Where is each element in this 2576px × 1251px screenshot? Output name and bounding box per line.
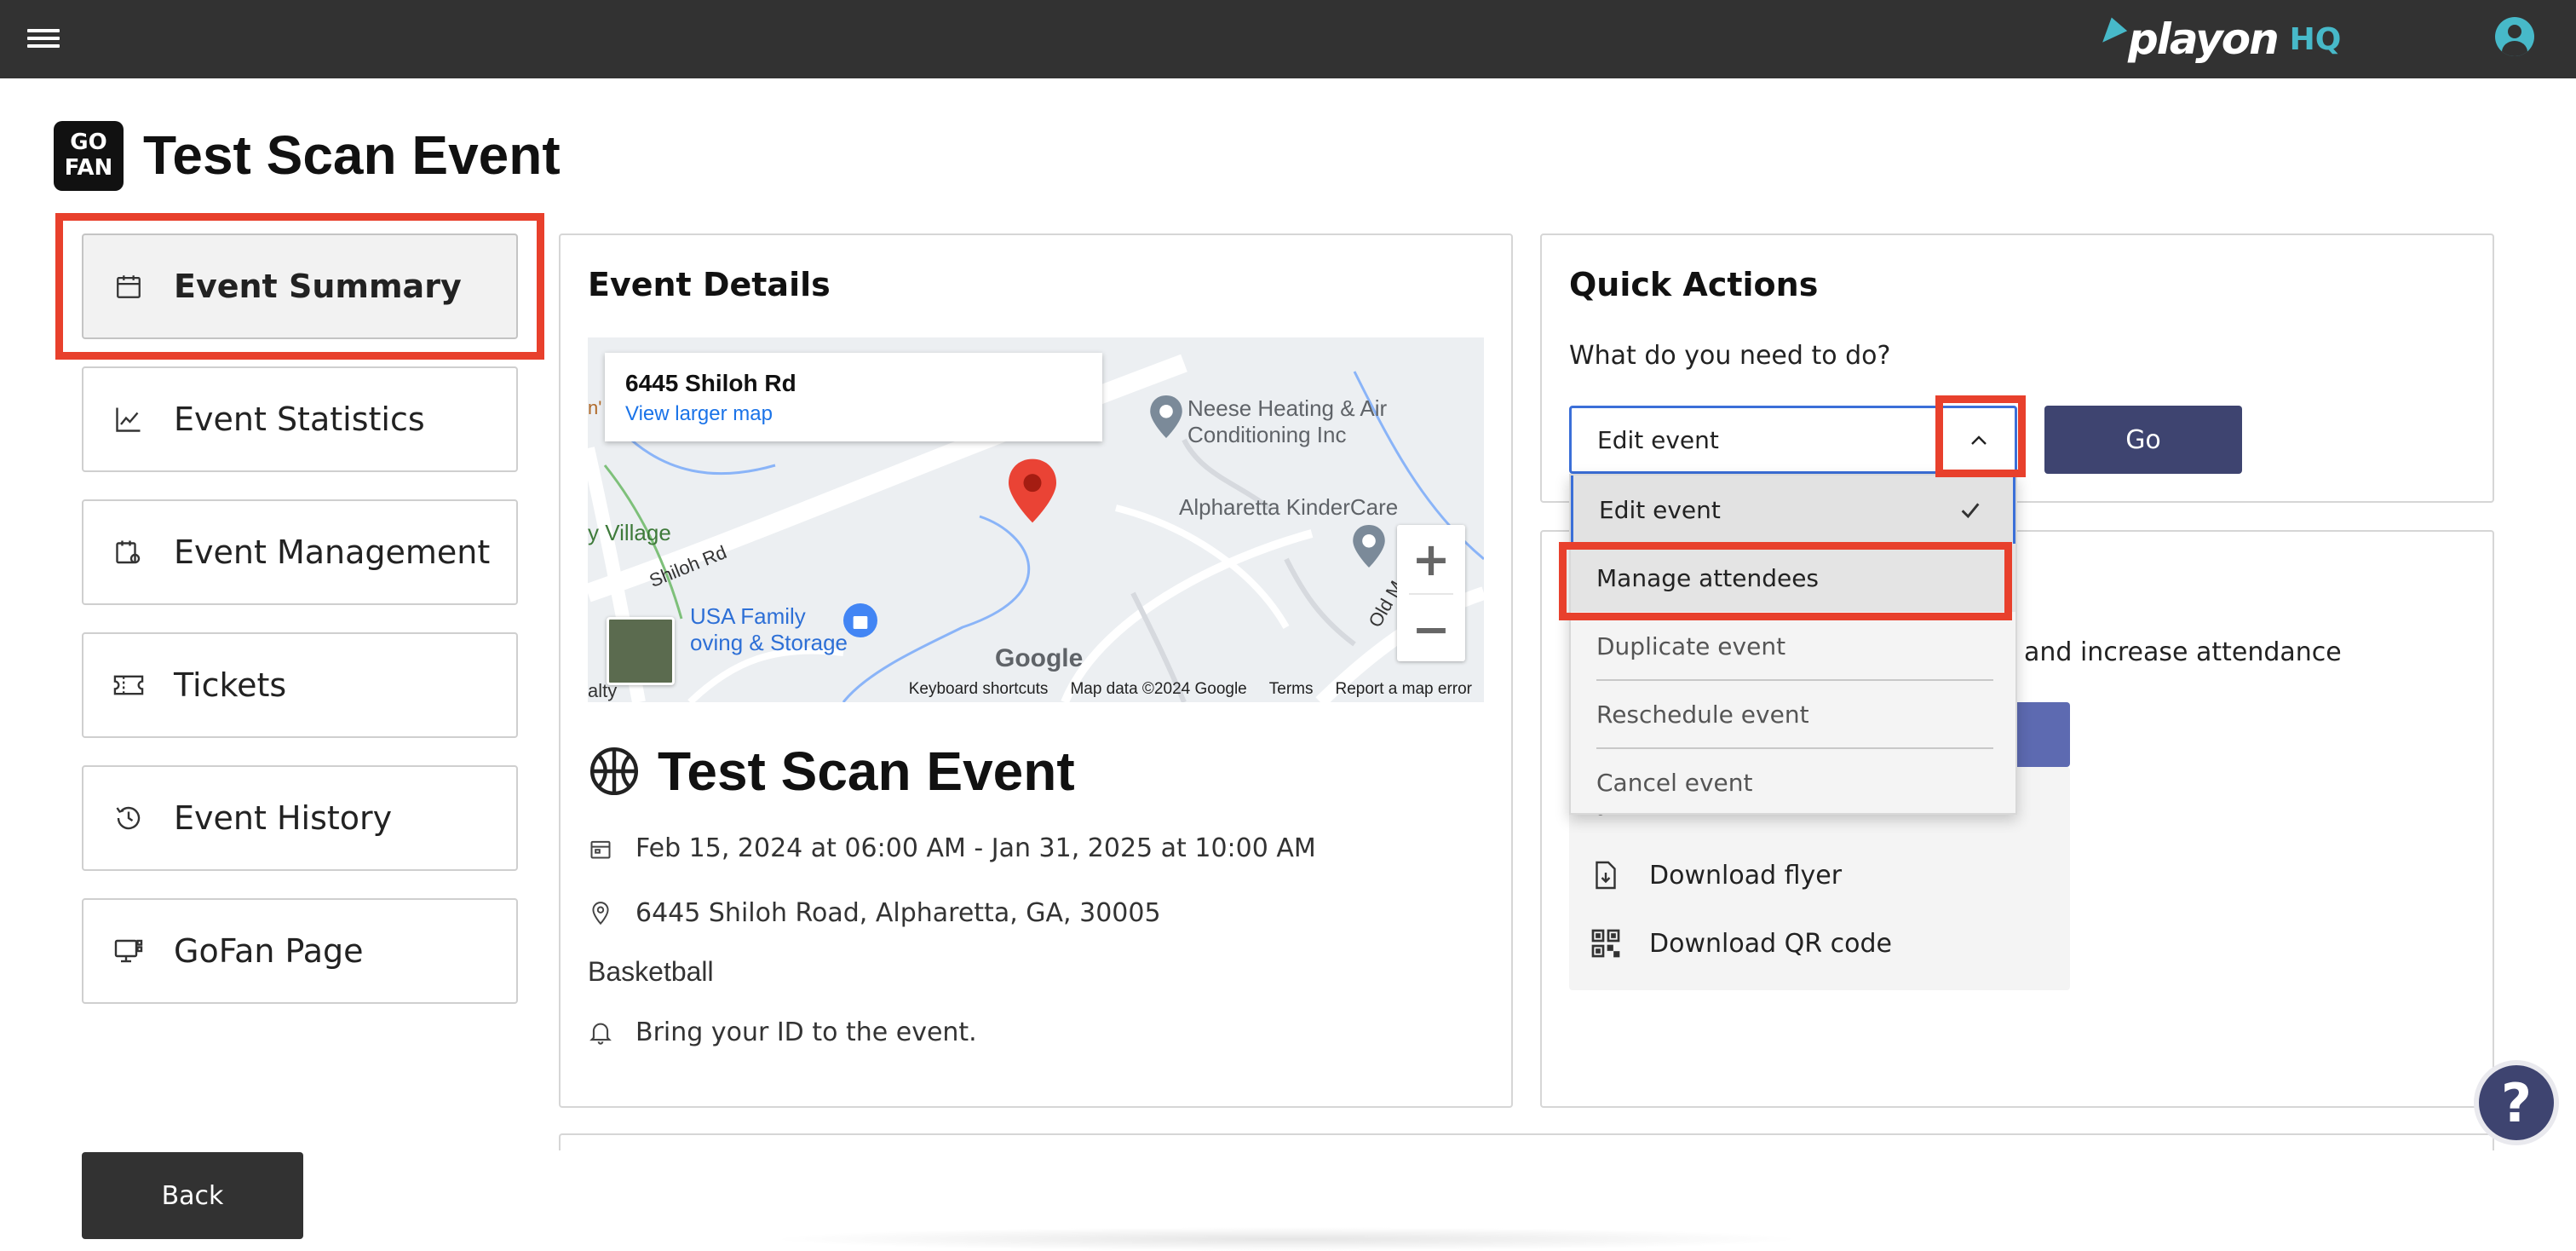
event-name: Test Scan Event (658, 741, 1075, 802)
map-label-usa-family: USA Family oving & Storage (690, 603, 848, 655)
event-date-range: Feb 15, 2024 at 06:00 AM - Jan 31, 2025 … (635, 833, 1316, 863)
select-current-value: Edit event (1597, 425, 1719, 454)
map-terms-link[interactable]: Terms (1269, 680, 1314, 699)
map-poi-pin-icon (1150, 395, 1182, 438)
quick-actions-prompt: What do you need to do? (1569, 341, 1891, 371)
bell-icon (588, 1020, 613, 1046)
zoom-out-button[interactable]: − (1397, 595, 1465, 663)
option-label: Cancel event (1596, 768, 1753, 797)
map-data-attribution: Map data ©2024 Google (1070, 680, 1247, 698)
go-button[interactable]: Go (2044, 406, 2242, 474)
sidebar-item-label: GoFan Page (174, 932, 364, 970)
option-label: Edit event (1599, 495, 1721, 524)
user-account-icon[interactable] (2495, 17, 2534, 56)
option-reschedule-event[interactable]: Reschedule event (1571, 680, 2015, 748)
promote-description: and increase attendance (2024, 637, 2342, 667)
map-label-kindercare: Alpharetta KinderCare (1179, 494, 1399, 520)
sidebar-item-event-summary[interactable]: Event Summary (82, 233, 518, 339)
event-address-row: 6445 Shiloh Road, Alpharetta, GA, 30005 (588, 898, 1161, 928)
calendar-icon (112, 270, 145, 303)
map-footer: Keyboard shortcuts Map data ©2024 Google… (588, 677, 1484, 702)
option-duplicate-event[interactable]: Duplicate event (1571, 612, 2015, 680)
map-label-village: y Village (588, 520, 671, 545)
event-name-row: Test Scan Event (588, 740, 1075, 803)
sidebar-item-label: Tickets (174, 666, 287, 704)
map-poi-pin-icon (1353, 525, 1385, 568)
quick-action-select[interactable]: Edit event (1569, 406, 2017, 474)
option-label: Duplicate event (1596, 631, 1786, 660)
help-button[interactable]: ? (2474, 1060, 2559, 1145)
option-cancel-event[interactable]: Cancel event (1571, 748, 2015, 816)
shopping-bag-icon (843, 603, 877, 637)
event-reminder-row: Bring your ID to the event. (588, 1018, 977, 1047)
chevron-up-icon[interactable] (1962, 427, 1996, 454)
sidebar-item-label: Event Management (174, 533, 491, 571)
map-place-card: 6445 Shiloh Rd View larger map (605, 353, 1102, 441)
sidebar-item-event-statistics[interactable]: Event Statistics (82, 366, 518, 472)
line-chart-icon (112, 403, 145, 435)
back-button[interactable]: Back (82, 1152, 303, 1239)
sidebar-item-label: Event History (174, 799, 393, 837)
option-label: Reschedule event (1596, 700, 1809, 729)
sidebar-item-label: Event Statistics (174, 401, 425, 438)
zoom-in-button[interactable]: + (1397, 525, 1465, 593)
sidebar-item-tickets[interactable]: Tickets (82, 632, 518, 738)
top-bar: playon HQ (0, 0, 2576, 78)
map-zoom-control: + − (1397, 525, 1465, 661)
file-download-icon (1590, 859, 1622, 891)
option-manage-attendees[interactable]: Manage attendees (1571, 544, 2015, 612)
option-edit-event[interactable]: Edit event (1571, 476, 2015, 544)
embedded-map[interactable]: 6445 Shiloh Rd View larger map Neese Hea… (588, 337, 1484, 702)
download-qr-label: Download QR code (1649, 928, 1892, 959)
location-pin-icon (588, 901, 613, 926)
event-reminder: Bring your ID to the event. (635, 1018, 977, 1047)
gofan-logo: GO FAN (54, 121, 124, 191)
monitor-icon (112, 935, 145, 967)
view-larger-map-link[interactable]: View larger map (625, 402, 1082, 426)
satellite-toggle[interactable] (607, 617, 675, 685)
download-flyer-label: Download flyer (1649, 860, 1843, 891)
event-address: 6445 Shiloh Road, Alpharetta, GA, 30005 (635, 898, 1161, 928)
logo-line-1: GO (70, 130, 107, 155)
brand-suffix: HQ (2289, 21, 2342, 57)
qr-code-icon (1590, 927, 1622, 960)
paper-plane-icon (2094, 14, 2128, 43)
google-logo: Google (995, 644, 1084, 672)
keyboard-shortcuts-link[interactable]: Keyboard shortcuts (909, 680, 1049, 699)
map-place-title: 6445 Shiloh Rd (625, 370, 796, 396)
option-label: Manage attendees (1596, 563, 1820, 592)
ticket-icon (112, 669, 145, 701)
download-qr-row[interactable]: Download QR code (1590, 927, 1892, 960)
sidebar-item-gofan-page[interactable]: GoFan Page (82, 898, 518, 1004)
bottom-shadow (767, 1227, 1806, 1251)
map-label-n: n' (588, 397, 602, 418)
map-location-pin-icon (1009, 458, 1056, 523)
basketball-icon (589, 747, 639, 796)
history-icon (112, 802, 145, 834)
download-flyer-row[interactable]: Download flyer (1590, 859, 1842, 891)
promote-share-button[interactable] (2010, 702, 2070, 767)
logo-line-2: FAN (64, 155, 113, 181)
sidebar-item-event-management[interactable]: Event Management (82, 499, 518, 605)
map-label-neese: Neese Heating & Air Conditioning Inc (1187, 395, 1388, 447)
quick-actions-title: Quick Actions (1569, 266, 1819, 303)
event-sport-row: Basketball (588, 956, 714, 988)
sidebar-item-label: Event Summary (174, 268, 462, 305)
report-map-error-link[interactable]: Report a map error (1335, 680, 1472, 699)
calendar-settings-icon (112, 536, 145, 568)
quick-action-dropdown: Edit event Manage attendees Duplicate ev… (1569, 474, 2017, 815)
brand-logo[interactable]: playon HQ (2094, 10, 2342, 68)
checkmark-icon (1961, 503, 1980, 519)
hamburger-menu-icon[interactable] (27, 24, 60, 53)
event-date-row: Feb 15, 2024 at 06:00 AM - Jan 31, 2025 … (588, 833, 1316, 863)
next-card-edge (559, 1133, 2494, 1150)
sidebar-item-event-history[interactable]: Event History (82, 765, 518, 871)
event-details-title: Event Details (588, 266, 831, 303)
calendar-icon (588, 836, 613, 862)
page-title: Test Scan Event (143, 124, 561, 186)
event-sport: Basketball (588, 956, 714, 987)
brand-name: playon (2128, 14, 2280, 64)
